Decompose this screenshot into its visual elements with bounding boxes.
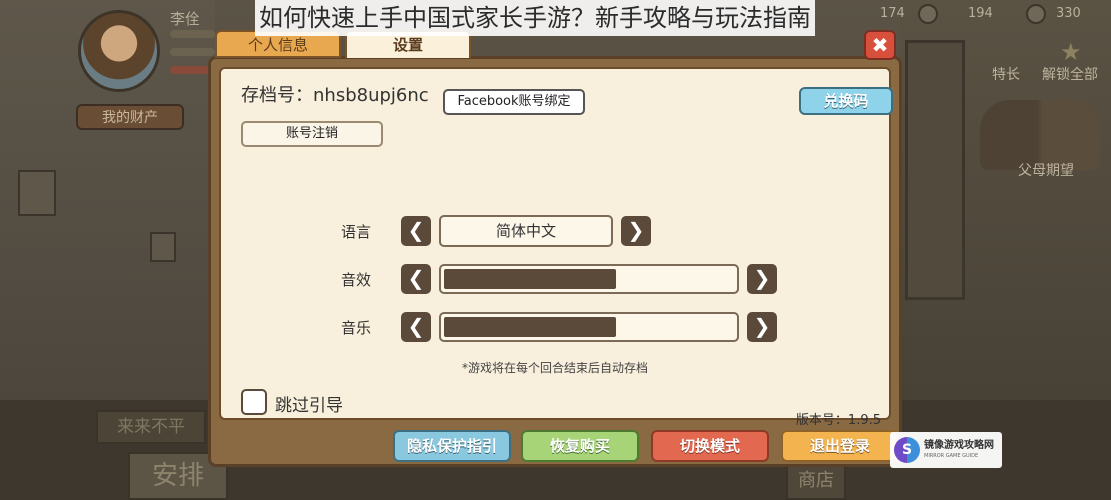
- language-prev-button[interactable]: ❮: [401, 216, 431, 246]
- unlock-all-label[interactable]: 解锁全部: [1042, 64, 1098, 84]
- stat-value: 174: [880, 6, 905, 21]
- chevron-left-icon: ❮: [407, 218, 425, 242]
- close-icon: ✖: [871, 33, 889, 57]
- language-label: 语言: [341, 223, 372, 241]
- version-label: 版本号：1.9.5: [795, 413, 881, 428]
- skip-guide-checkbox[interactable]: [241, 389, 267, 415]
- stat-value: 330: [1056, 6, 1081, 21]
- property-label: 我的财产: [102, 110, 158, 126]
- watermark-text: 镜像游戏攻略网 MIRROR GAME GUIDE: [924, 440, 994, 460]
- language-next-button[interactable]: ❯: [621, 216, 651, 246]
- save-id: 存档号：nhsb8upj6nc: [241, 85, 429, 106]
- my-property-button[interactable]: 我的财产: [76, 104, 184, 130]
- watermark-sub: MIRROR GAME GUIDE: [924, 453, 979, 459]
- specialty-label[interactable]: 特长: [992, 64, 1020, 84]
- watermark-icon: S: [894, 437, 920, 463]
- stat-value: 194: [968, 6, 993, 21]
- chevron-right-icon: ❯: [753, 314, 771, 338]
- stat-icon: [918, 4, 938, 24]
- auto-save-note: *游戏将在每个回合结束后自动存档: [461, 361, 648, 375]
- sound-effect-fill: [444, 269, 616, 289]
- close-button[interactable]: ✖: [864, 30, 896, 60]
- door: [905, 40, 965, 300]
- star-icon: ★: [1060, 38, 1082, 66]
- music-fill: [444, 317, 616, 337]
- hint-board: 来来不平: [96, 410, 206, 444]
- stat-icon: [1026, 4, 1046, 24]
- sound-effect-increase-button[interactable]: ❯: [747, 264, 777, 294]
- chevron-left-icon: ❮: [407, 266, 425, 290]
- article-title: 如何快速上手中国式家长手游？新手攻略与玩法指南: [255, 0, 815, 36]
- settings-dialog: 存档号：nhsb8upj6nc Facebook账号绑定 账号注销 兑换码 语言…: [208, 56, 902, 467]
- logout-button[interactable]: 退出登录: [781, 430, 899, 462]
- music-decrease-button[interactable]: ❮: [401, 312, 431, 342]
- watermark-name: 镜像游戏攻略网: [924, 440, 994, 451]
- settings-content: 存档号：nhsb8upj6nc Facebook账号绑定 账号注销 兑换码 语言…: [219, 67, 893, 428]
- sound-effect-label: 音效: [341, 271, 372, 289]
- redeem-code-button[interactable]: 兑换码: [799, 87, 893, 115]
- skip-guide-label[interactable]: 跳过引导: [275, 391, 343, 416]
- player-avatar[interactable]: [78, 10, 160, 92]
- shop-button[interactable]: 商店: [786, 462, 846, 500]
- sound-effect-decrease-button[interactable]: ❮: [401, 264, 431, 294]
- account-cancel-button[interactable]: 账号注销: [241, 121, 383, 147]
- restore-purchase-button[interactable]: 恢复购买: [521, 430, 639, 462]
- chevron-right-icon: ❯: [627, 218, 645, 242]
- player-stat-bar: [170, 30, 215, 38]
- player-name: 李佺: [170, 10, 201, 28]
- player-stat-bar: [170, 48, 215, 56]
- switch-mode-button[interactable]: 切换模式: [651, 430, 769, 462]
- parent-expect-label[interactable]: 父母期望: [1018, 160, 1074, 180]
- facebook-bind-button[interactable]: Facebook账号绑定: [443, 89, 585, 115]
- privacy-guide-button[interactable]: 隐私保护指引: [393, 430, 511, 462]
- music-slider[interactable]: [439, 312, 739, 342]
- music-increase-button[interactable]: ❯: [747, 312, 777, 342]
- chevron-left-icon: ❮: [407, 314, 425, 338]
- music-label: 音乐: [341, 319, 372, 337]
- chevron-right-icon: ❯: [753, 266, 771, 290]
- language-value: 简体中文: [439, 215, 613, 247]
- sound-effect-slider[interactable]: [439, 264, 739, 294]
- wall-frame: [18, 170, 56, 216]
- wall-switch: [150, 232, 176, 262]
- watermark-logo: S 镜像游戏攻略网 MIRROR GAME GUIDE: [890, 432, 1002, 468]
